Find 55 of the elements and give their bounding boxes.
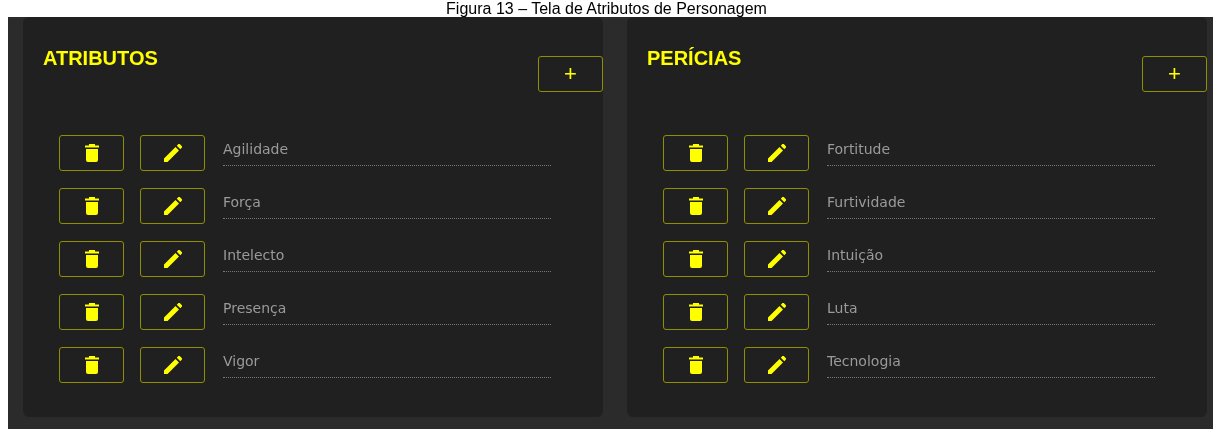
trash-icon (688, 303, 703, 321)
panel-title: ATRIBUTOS (43, 47, 158, 70)
edit-button[interactable] (140, 135, 205, 171)
pencil-icon (163, 356, 182, 374)
input-field[interactable]: Força (223, 189, 551, 219)
add-button[interactable]: + (1142, 56, 1207, 92)
edit-button[interactable] (140, 347, 205, 383)
pencil-icon (163, 303, 182, 321)
edit-button[interactable] (744, 188, 809, 224)
trash-icon (84, 144, 99, 162)
edit-button[interactable] (140, 241, 205, 277)
trash-icon (688, 144, 703, 162)
pencil-icon (767, 197, 786, 215)
pencil-icon (767, 144, 786, 162)
pencil-icon (767, 303, 786, 321)
input-field[interactable]: Intelecto (223, 242, 551, 272)
pencil-icon (163, 144, 182, 162)
input-field[interactable]: Vigor (223, 348, 551, 378)
figure-caption: Figura 13 – Tela de Atributos de Personagem (445, 0, 768, 17)
pencil-icon (767, 356, 786, 374)
delete-button[interactable] (663, 347, 728, 383)
trash-icon (84, 356, 99, 374)
trash-icon (84, 303, 99, 321)
edit-button[interactable] (744, 241, 809, 277)
input-field[interactable]: Fortitude (827, 136, 1155, 166)
delete-button[interactable] (59, 135, 124, 171)
input-field[interactable]: Luta (827, 295, 1155, 325)
input-field[interactable]: Furtividade (827, 189, 1155, 219)
delete-button[interactable] (59, 347, 124, 383)
delete-button[interactable] (59, 241, 124, 277)
edit-button[interactable] (140, 188, 205, 224)
edit-button[interactable] (744, 294, 809, 330)
delete-button[interactable] (663, 241, 728, 277)
trash-icon (688, 356, 703, 374)
edit-button[interactable] (744, 135, 809, 171)
pencil-icon (767, 250, 786, 268)
trash-icon (84, 250, 99, 268)
edit-button[interactable] (744, 347, 809, 383)
delete-button[interactable] (59, 294, 124, 330)
edit-button[interactable] (140, 294, 205, 330)
trash-icon (84, 197, 99, 215)
delete-button[interactable] (59, 188, 124, 224)
input-field[interactable]: Tecnologia (827, 348, 1155, 378)
panel-title: PERÍCIAS (647, 47, 742, 70)
input-field[interactable]: Intuição (827, 242, 1155, 272)
add-button[interactable]: + (538, 56, 603, 92)
trash-icon (688, 197, 703, 215)
pencil-icon (163, 250, 182, 268)
delete-button[interactable] (663, 188, 728, 224)
input-field[interactable]: Presença (223, 295, 551, 325)
pencil-icon (163, 197, 182, 215)
delete-button[interactable] (663, 294, 728, 330)
input-field[interactable]: Agilidade (223, 136, 551, 166)
delete-button[interactable] (663, 135, 728, 171)
trash-icon (688, 250, 703, 268)
